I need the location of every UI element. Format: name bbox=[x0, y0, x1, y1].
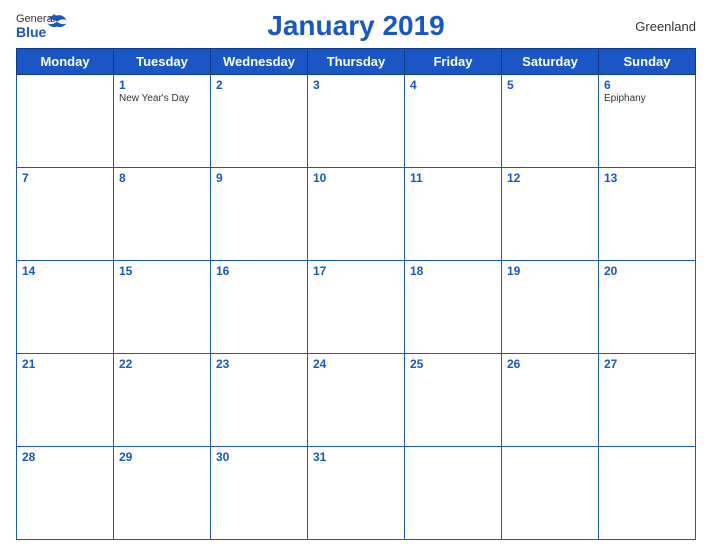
calendar-week-row: 28 29 30 31 bbox=[17, 447, 696, 540]
calendar-week-row: 21 22 23 24 25 26 27 bbox=[17, 354, 696, 447]
calendar-cell bbox=[17, 75, 114, 168]
day-number: 5 bbox=[507, 78, 593, 92]
calendar-cell bbox=[405, 447, 502, 540]
month-title: January 2019 bbox=[267, 10, 444, 42]
calendar-cell: 27 bbox=[599, 354, 696, 447]
day-number: 4 bbox=[410, 78, 496, 92]
calendar-cell: 29 bbox=[114, 447, 211, 540]
weekday-header-monday: Monday bbox=[17, 49, 114, 75]
calendar-cell: 8 bbox=[114, 168, 211, 261]
day-number: 11 bbox=[410, 171, 496, 185]
calendar-cell: 31 bbox=[308, 447, 405, 540]
weekday-header-saturday: Saturday bbox=[502, 49, 599, 75]
calendar-cell: 3 bbox=[308, 75, 405, 168]
day-number: 3 bbox=[313, 78, 399, 92]
day-number: 23 bbox=[216, 357, 302, 371]
day-number: 25 bbox=[410, 357, 496, 371]
calendar-week-row: 789 10 11 12 13 bbox=[17, 168, 696, 261]
day-number: 1 bbox=[119, 78, 205, 92]
calendar-cell: 14 bbox=[17, 261, 114, 354]
day-number: 26 bbox=[507, 357, 593, 371]
calendar-cell: 2 bbox=[211, 75, 308, 168]
calendar-cell: 4 bbox=[405, 75, 502, 168]
calendar-cell: 12 bbox=[502, 168, 599, 261]
calendar-cell: 10 bbox=[308, 168, 405, 261]
weekday-header-sunday: Sunday bbox=[599, 49, 696, 75]
day-number: 17 bbox=[313, 264, 399, 278]
day-number: 18 bbox=[410, 264, 496, 278]
day-number: 10 bbox=[313, 171, 399, 185]
calendar-cell: 30 bbox=[211, 447, 308, 540]
day-number: 15 bbox=[119, 264, 205, 278]
logo: General Blue bbox=[16, 14, 55, 39]
day-number: 8 bbox=[119, 171, 205, 185]
holiday-label: Epiphany bbox=[604, 93, 690, 104]
calendar-cell: 5 bbox=[502, 75, 599, 168]
calendar-cell: 28 bbox=[17, 447, 114, 540]
day-number: 2 bbox=[216, 78, 302, 92]
day-number: 30 bbox=[216, 450, 302, 464]
day-number: 24 bbox=[313, 357, 399, 371]
weekday-header-friday: Friday bbox=[405, 49, 502, 75]
day-number: 13 bbox=[604, 171, 690, 185]
calendar-cell: 9 bbox=[211, 168, 308, 261]
day-number: 28 bbox=[22, 450, 108, 464]
weekday-header-row: MondayTuesdayWednesdayThursdayFridaySatu… bbox=[17, 49, 696, 75]
day-number: 21 bbox=[22, 357, 108, 371]
region-label: Greenland bbox=[635, 19, 696, 34]
calendar-cell: 19 bbox=[502, 261, 599, 354]
day-number: 22 bbox=[119, 357, 205, 371]
calendar-cell: 26 bbox=[502, 354, 599, 447]
calendar-cell: 13 bbox=[599, 168, 696, 261]
day-number: 6 bbox=[604, 78, 690, 92]
calendar-cell: 18 bbox=[405, 261, 502, 354]
weekday-header-thursday: Thursday bbox=[308, 49, 405, 75]
calendar-cell: 20 bbox=[599, 261, 696, 354]
calendar-cell bbox=[599, 447, 696, 540]
calendar-cell: 21 bbox=[17, 354, 114, 447]
weekday-header-wednesday: Wednesday bbox=[211, 49, 308, 75]
calendar-cell: 11 bbox=[405, 168, 502, 261]
day-number: 31 bbox=[313, 450, 399, 464]
calendar-table: MondayTuesdayWednesdayThursdayFridaySatu… bbox=[16, 48, 696, 540]
day-number: 7 bbox=[22, 171, 108, 185]
calendar-cell: 1New Year's Day bbox=[114, 75, 211, 168]
holiday-label: New Year's Day bbox=[119, 93, 205, 104]
day-number: 16 bbox=[216, 264, 302, 278]
calendar-week-row: 14 15 16 17 18 19 20 bbox=[17, 261, 696, 354]
day-number: 14 bbox=[22, 264, 108, 278]
calendar-cell: 23 bbox=[211, 354, 308, 447]
logo-bird-icon bbox=[45, 14, 69, 28]
calendar-cell: 16 bbox=[211, 261, 308, 354]
day-number: 9 bbox=[216, 171, 302, 185]
day-number: 29 bbox=[119, 450, 205, 464]
weekday-header-tuesday: Tuesday bbox=[114, 49, 211, 75]
calendar-header: General Blue January 2019 Greenland bbox=[16, 10, 696, 42]
day-number: 12 bbox=[507, 171, 593, 185]
calendar-cell: 25 bbox=[405, 354, 502, 447]
calendar-cell: 7 bbox=[17, 168, 114, 261]
calendar-week-row: 1New Year's Day23456Epiphany bbox=[17, 75, 696, 168]
calendar-cell: 22 bbox=[114, 354, 211, 447]
day-number: 19 bbox=[507, 264, 593, 278]
day-number: 27 bbox=[604, 357, 690, 371]
calendar-cell: 6Epiphany bbox=[599, 75, 696, 168]
calendar-cell: 24 bbox=[308, 354, 405, 447]
calendar-cell: 15 bbox=[114, 261, 211, 354]
calendar-cell: 17 bbox=[308, 261, 405, 354]
calendar-cell bbox=[502, 447, 599, 540]
day-number: 20 bbox=[604, 264, 690, 278]
